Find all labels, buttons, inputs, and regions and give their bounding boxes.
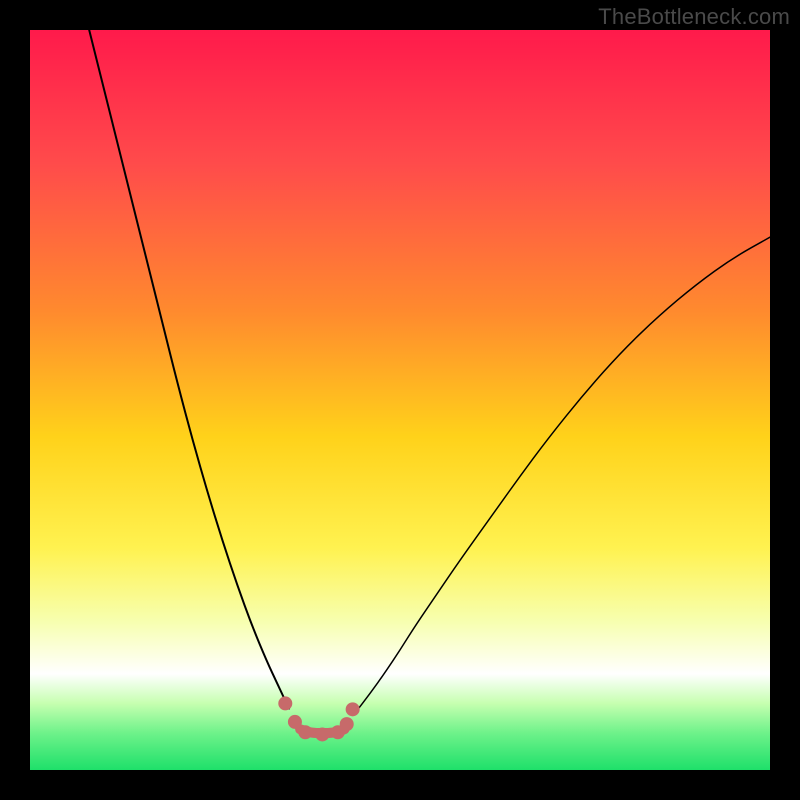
watermark-text: TheBottleneck.com	[598, 4, 790, 30]
valley-dot	[288, 715, 302, 729]
valley-dot	[346, 702, 360, 716]
chart-background	[30, 30, 770, 770]
valley-dot	[340, 717, 354, 731]
valley-dot	[298, 725, 312, 739]
plot-area	[30, 30, 770, 770]
chart-frame: TheBottleneck.com	[0, 0, 800, 800]
valley-dot	[278, 696, 292, 710]
chart-svg	[30, 30, 770, 770]
valley-dot	[315, 727, 329, 741]
